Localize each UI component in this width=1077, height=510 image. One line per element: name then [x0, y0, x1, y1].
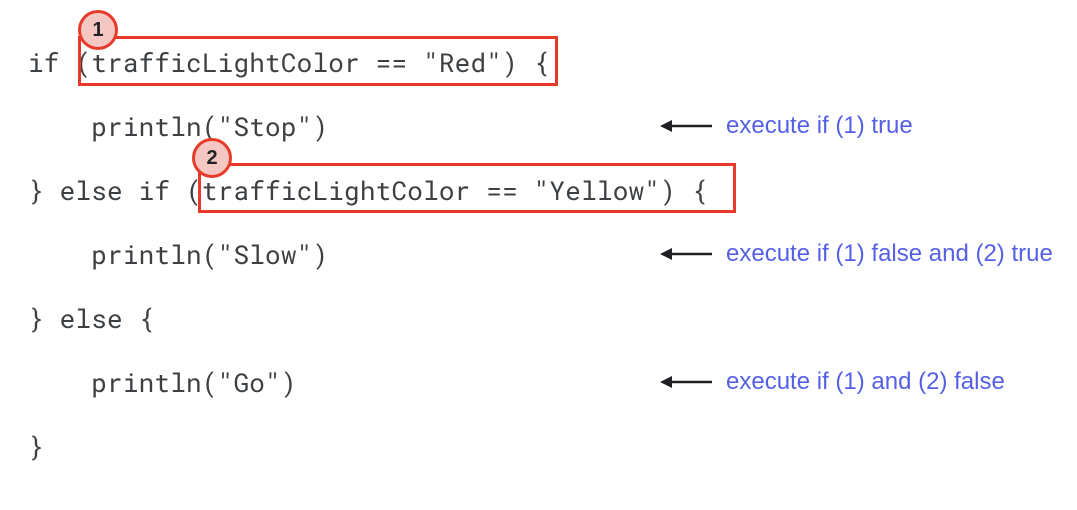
code-line-2: println("Stop"): [28, 114, 708, 140]
annotation-3-text: execute if (1) and (2) false: [726, 368, 1005, 396]
brace-open-2: {: [676, 174, 708, 208]
annotation-2-text: execute if (1) false and (2) true: [726, 240, 1053, 268]
code-line-7: }: [28, 434, 708, 460]
arrow-left-icon: [660, 118, 712, 134]
arrow-left-icon: [660, 246, 712, 262]
code-line-3: } else if (trafficLightColor == "Yellow"…: [28, 178, 708, 204]
code-block: if (trafficLightColor == "Red") { printl…: [28, 50, 708, 498]
badge-1-label: 1: [92, 19, 103, 42]
brace-open-1: {: [518, 46, 550, 80]
kw-else: } else {: [28, 302, 154, 336]
cond-2: (trafficLightColor == "Yellow"): [186, 174, 676, 208]
cond-1: (trafficLightColor == "Red"): [75, 46, 517, 80]
badge-1: 1: [78, 10, 118, 50]
stmt-slow: println("Slow"): [91, 238, 328, 272]
kw-if: if: [28, 46, 75, 80]
kw-else-if: } else if: [28, 174, 186, 208]
code-line-6: println("Go"): [28, 370, 708, 396]
stmt-go: println("Go"): [91, 366, 296, 400]
badge-2: 2: [192, 138, 232, 178]
code-line-4: println("Slow"): [28, 242, 708, 268]
code-line-1: if (trafficLightColor == "Red") {: [28, 50, 708, 76]
annotation-2: execute if (1) false and (2) true: [660, 240, 1053, 268]
annotation-3: execute if (1) and (2) false: [660, 368, 1005, 396]
annotation-1: execute if (1) true: [660, 112, 913, 140]
code-line-5: } else {: [28, 306, 708, 332]
arrow-left-icon: [660, 374, 712, 390]
badge-2-label: 2: [206, 147, 217, 170]
brace-close: }: [28, 430, 44, 464]
annotation-1-text: execute if (1) true: [726, 112, 913, 140]
